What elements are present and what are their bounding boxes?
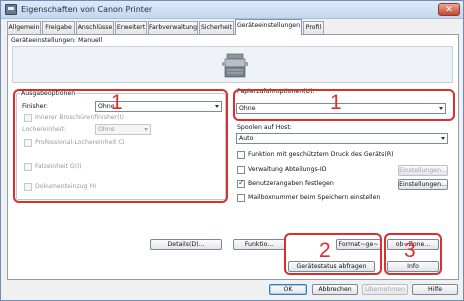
callout-number-1-left: 1 <box>111 91 123 114</box>
callout-number-2: 2 <box>319 239 331 262</box>
tab-allgemein[interactable]: Allgemein <box>7 21 41 34</box>
callout-box-1-right <box>233 89 455 121</box>
spool-select[interactable]: Auto <box>236 133 448 144</box>
chevron-down-icon <box>441 137 445 140</box>
callout-box-2 <box>284 233 382 275</box>
help-button[interactable]: Hilfe <box>412 284 458 295</box>
ok-button[interactable]: OK <box>269 284 307 295</box>
function-button[interactable]: Funktio... <box>233 239 285 250</box>
callout-number-1-right: 1 <box>330 91 342 114</box>
tab-profil[interactable]: Profil <box>303 21 324 34</box>
spool-label: Spoolen auf Host: <box>237 124 292 131</box>
user-info-checkbox[interactable] <box>237 178 245 188</box>
tab-farbverwaltung[interactable]: Farbverwaltung <box>148 21 198 34</box>
apply-button[interactable]: Übernehmen <box>362 284 408 295</box>
dept-id-checkbox[interactable] <box>237 166 245 174</box>
user-info-label: Benutzerangaben festlegen <box>248 180 334 187</box>
close-button[interactable]: ✕ <box>438 3 460 16</box>
properties-window: Eigenschaften von Canon Printer ✕ Allgem… <box>0 0 464 301</box>
title-bar: Eigenschaften von Canon Printer ✕ <box>1 1 463 19</box>
device-preview <box>12 46 453 83</box>
mailbox-label: Mailboxnummer beim Speichern einstellen <box>248 194 381 201</box>
tab-freigabe[interactable]: Freigabe <box>42 21 75 34</box>
spool-value: Auto <box>239 135 254 142</box>
tab-geraeteeinstellungen[interactable]: Geräteeinstellungen <box>235 19 302 35</box>
tab-anschluesse[interactable]: Anschlüsse <box>76 21 114 34</box>
dept-id-label: Verwaltung Abteilungs-ID <box>248 166 327 173</box>
secured-print-label: Funktion mit geschütztem Druck des Gerät… <box>248 151 394 158</box>
device-settings-label: Geräteeinstellungen: Manuell <box>11 37 103 44</box>
cancel-button[interactable]: Abbrechen <box>312 284 358 295</box>
dept-id-settings-button[interactable]: Einstellungen... <box>398 165 448 176</box>
tab-erweitert[interactable]: Erweitert <box>115 21 147 34</box>
window-title: Eigenschaften von Canon Printer <box>21 5 153 14</box>
secured-print-checkbox[interactable] <box>237 151 245 159</box>
printer-device-icon <box>222 53 248 78</box>
details-button[interactable]: Details(D)... <box>150 239 222 250</box>
printer-icon <box>5 4 17 15</box>
user-info-settings-button[interactable]: Einstellungen... <box>398 179 448 190</box>
callout-number-3: 3 <box>404 239 416 262</box>
tab-sicherheit[interactable]: Sicherheit <box>199 21 234 34</box>
mailbox-checkbox[interactable] <box>237 194 245 202</box>
